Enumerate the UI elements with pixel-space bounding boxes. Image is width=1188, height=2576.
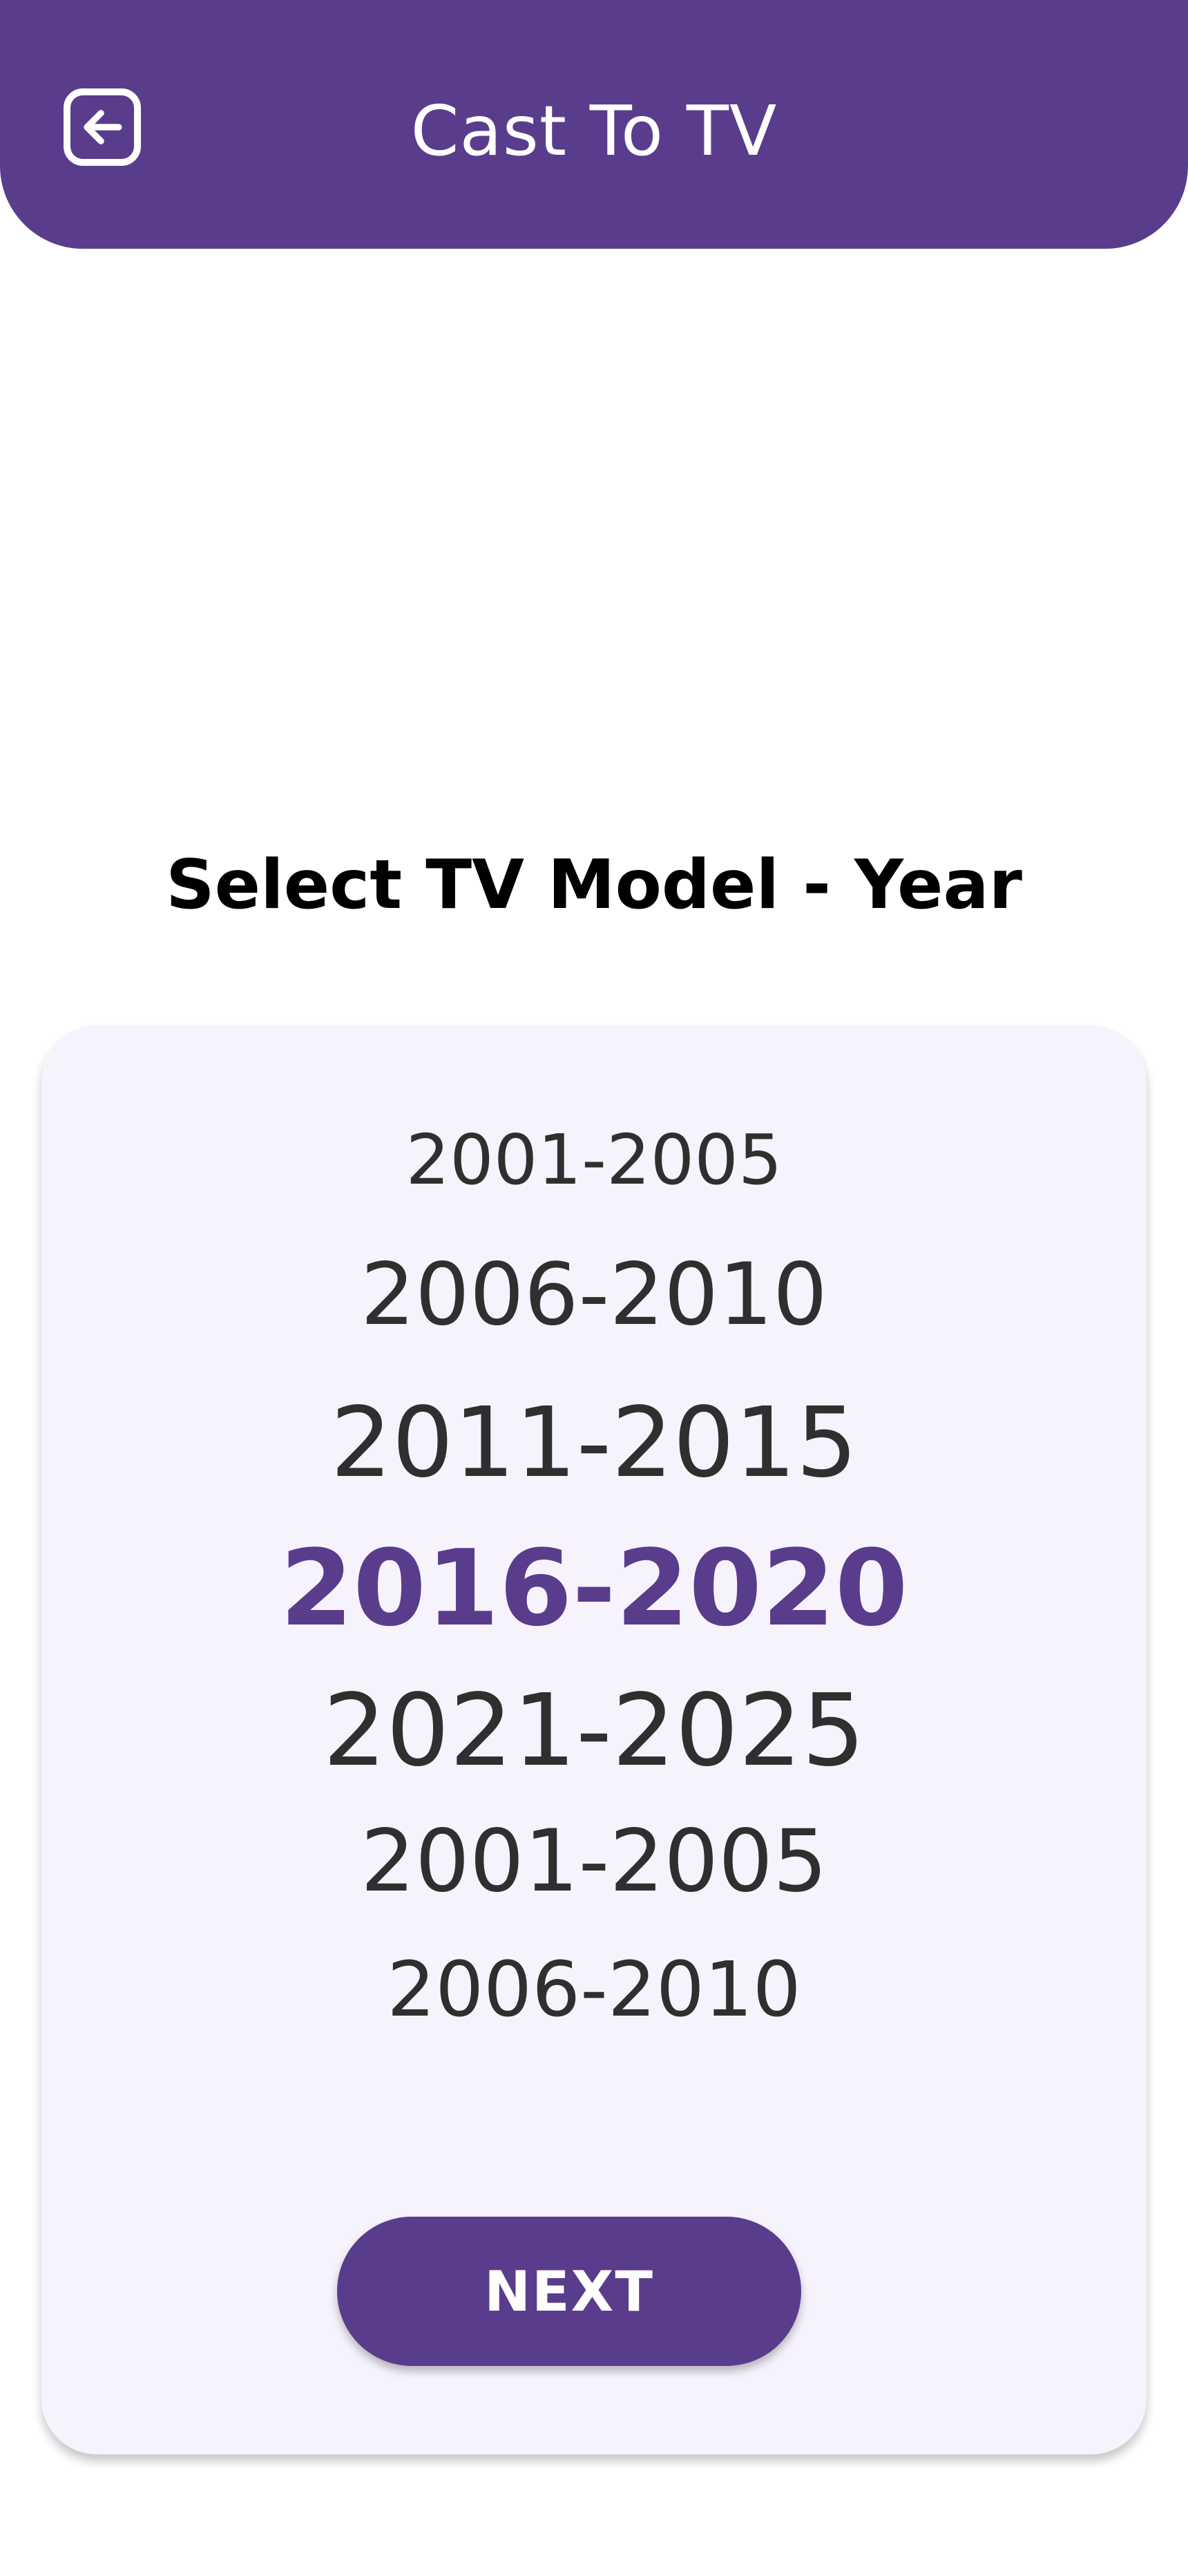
app-screen: Cast To TV Select TV Model - Year 2001-2… xyxy=(0,0,1188,2576)
year-option[interactable]: 2006-2010 xyxy=(41,1948,1147,2031)
header-title: Cast To TV xyxy=(410,91,778,171)
year-option[interactable]: 2001-2005 xyxy=(41,1817,1147,1906)
year-option[interactable]: 2011-2015 xyxy=(41,1392,1147,1495)
year-option[interactable]: 2021-2025 xyxy=(41,1678,1147,1782)
page-title: Select TV Model - Year xyxy=(166,846,1022,925)
year-picker-card: 2001-2005 2006-2010 2011-2015 2016-2020 … xyxy=(41,1025,1147,2454)
next-button[interactable]: NEXT xyxy=(337,2217,801,2366)
year-option-selected[interactable]: 2016-2020 xyxy=(41,1533,1147,1644)
year-option[interactable]: 2006-2010 xyxy=(41,1250,1147,1340)
app-header: Cast To TV xyxy=(0,0,1188,249)
year-option[interactable]: 2001-2005 xyxy=(41,1122,1147,1198)
